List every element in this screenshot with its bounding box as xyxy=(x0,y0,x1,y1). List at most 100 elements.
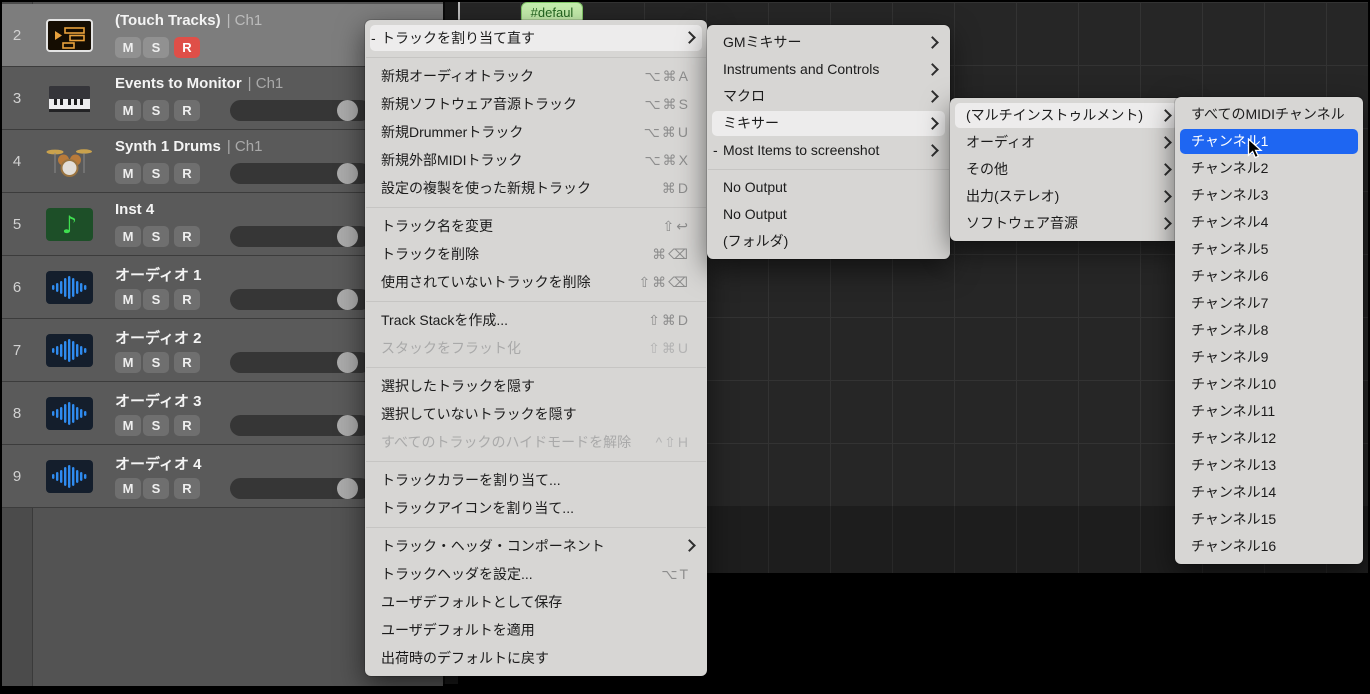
waveform-icon[interactable] xyxy=(46,334,93,367)
menu-main-item[interactable]: 選択したトラックを隠す xyxy=(365,372,707,400)
record-button[interactable]: R xyxy=(174,352,200,373)
menu-output-item[interactable]: No Output xyxy=(707,201,950,228)
menu-mixer-item[interactable]: (マルチインストゥルメント) xyxy=(950,102,1183,129)
solo-button[interactable]: S xyxy=(143,478,169,499)
menu-main-item[interactable]: 新規外部MIDIトラック⌥⌘X xyxy=(365,146,707,174)
volume-slider[interactable] xyxy=(230,415,371,436)
menu-channels-item[interactable]: チャンネル7 xyxy=(1175,290,1363,317)
menu-channels-item[interactable]: チャンネル15 xyxy=(1175,506,1363,533)
mute-button[interactable]: M xyxy=(115,37,141,58)
menu-output-item[interactable]: (フォルダ) xyxy=(707,228,950,255)
volume-knob[interactable] xyxy=(337,415,358,436)
menu-channels-item[interactable]: チャンネル10 xyxy=(1175,371,1363,398)
solo-button[interactable]: S xyxy=(143,37,169,58)
menu-mixer-item[interactable]: ソフトウェア音源 xyxy=(950,210,1183,237)
record-button[interactable]: R xyxy=(174,163,200,184)
menu-channels-item[interactable]: すべてのMIDIチャンネル xyxy=(1175,101,1363,128)
track-name[interactable]: Inst 4 xyxy=(115,201,154,218)
menu-channels-item[interactable]: チャンネル9 xyxy=(1175,344,1363,371)
waveform-icon[interactable] xyxy=(46,460,93,493)
menu-main-item[interactable]: ユーザデフォルトとして保存 xyxy=(365,588,707,616)
solo-button[interactable]: S xyxy=(143,226,169,247)
menu-channels-item[interactable]: チャンネル11 xyxy=(1175,398,1363,425)
record-button[interactable]: R xyxy=(174,226,200,247)
menu-main-item[interactable]: トラックヘッダを設定...⌥T xyxy=(365,560,707,588)
piano-icon[interactable] xyxy=(46,82,93,115)
mute-button[interactable]: M xyxy=(115,226,141,247)
track-name[interactable]: オーディオ 1 xyxy=(115,267,201,284)
volume-knob[interactable] xyxy=(337,163,358,184)
menu-channels-item[interactable]: チャンネル1 xyxy=(1175,128,1363,155)
volume-knob[interactable] xyxy=(337,226,358,247)
mute-button[interactable]: M xyxy=(115,415,141,436)
record-button[interactable]: R xyxy=(174,415,200,436)
menu-channels-item[interactable]: チャンネル14 xyxy=(1175,479,1363,506)
menu-channels-item[interactable]: チャンネル16 xyxy=(1175,533,1363,560)
volume-knob[interactable] xyxy=(337,289,358,310)
mute-button[interactable]: M xyxy=(115,163,141,184)
menu-output-item[interactable]: ミキサー xyxy=(707,110,950,137)
menu-output-item[interactable]: Instruments and Controls xyxy=(707,56,950,83)
track-name[interactable]: オーディオ 2 xyxy=(115,330,201,347)
record-button[interactable]: R xyxy=(174,37,200,58)
menu-mixer-item[interactable]: その他 xyxy=(950,156,1183,183)
volume-slider[interactable] xyxy=(230,226,371,247)
waveform-icon[interactable] xyxy=(46,397,93,430)
volume-slider[interactable] xyxy=(230,352,371,373)
menu-channels-item[interactable]: チャンネル8 xyxy=(1175,317,1363,344)
track-name[interactable]: オーディオ 4 xyxy=(115,456,201,473)
menu-channels-item[interactable]: チャンネル4 xyxy=(1175,209,1363,236)
touch-tracks-icon[interactable] xyxy=(46,19,93,52)
mute-button[interactable]: M xyxy=(115,478,141,499)
solo-button[interactable]: S xyxy=(143,415,169,436)
playhead[interactable] xyxy=(458,2,460,20)
mute-button[interactable]: M xyxy=(115,289,141,310)
menu-main-item[interactable]: トラックアイコンを割り当て... xyxy=(365,494,707,522)
solo-button[interactable]: S xyxy=(143,163,169,184)
menu-output-item[interactable]: -Most Items to screenshot xyxy=(707,137,950,164)
menu-main-item[interactable]: 新規ソフトウェア音源トラック⌥⌘S xyxy=(365,90,707,118)
menu-mixer-item[interactable]: オーディオ xyxy=(950,129,1183,156)
menu-main-item[interactable]: 選択していないトラックを隠す xyxy=(365,400,707,428)
track-name[interactable]: Synth 1 Drums xyxy=(115,138,221,155)
menu-main-item[interactable]: Track Stackを作成...⇧⌘D xyxy=(365,306,707,334)
menu-channels-item[interactable]: チャンネル12 xyxy=(1175,425,1363,452)
menu-main-item[interactable]: トラックカラーを割り当て... xyxy=(365,466,707,494)
menu-main-item[interactable]: 新規オーディオトラック⌥⌘A xyxy=(365,62,707,90)
volume-slider[interactable] xyxy=(230,100,371,121)
music-note-icon[interactable]: ♪ xyxy=(46,208,93,241)
menu-channels-item[interactable]: チャンネル2 xyxy=(1175,155,1363,182)
track-name[interactable]: (Touch Tracks) xyxy=(115,12,221,29)
menu-main-item[interactable]: 新規Drummerトラック⌥⌘U xyxy=(365,118,707,146)
menu-output-item[interactable]: マクロ xyxy=(707,83,950,110)
menu-mixer-item[interactable]: 出力(ステレオ) xyxy=(950,183,1183,210)
menu-output-item[interactable]: GMミキサー xyxy=(707,29,950,56)
menu-main-item[interactable]: トラックを削除⌘⌫ xyxy=(365,240,707,268)
menu-output-item[interactable]: No Output xyxy=(707,174,950,201)
solo-button[interactable]: S xyxy=(143,100,169,121)
record-button[interactable]: R xyxy=(174,100,200,121)
track-name[interactable]: Events to Monitor xyxy=(115,75,242,92)
volume-knob[interactable] xyxy=(337,478,358,499)
drum-kit-icon[interactable] xyxy=(46,145,93,178)
menu-channels-item[interactable]: チャンネル13 xyxy=(1175,452,1363,479)
menu-channels-item[interactable]: チャンネル6 xyxy=(1175,263,1363,290)
track-name[interactable]: オーディオ 3 xyxy=(115,393,201,410)
volume-slider[interactable] xyxy=(230,478,371,499)
record-button[interactable]: R xyxy=(174,289,200,310)
mute-button[interactable]: M xyxy=(115,100,141,121)
record-button[interactable]: R xyxy=(174,478,200,499)
menu-main-item[interactable]: ユーザデフォルトを適用 xyxy=(365,616,707,644)
solo-button[interactable]: S xyxy=(143,352,169,373)
mute-button[interactable]: M xyxy=(115,352,141,373)
menu-main-item[interactable]: 出荷時のデフォルトに戻す xyxy=(365,644,707,672)
volume-knob[interactable] xyxy=(337,100,358,121)
menu-channels-item[interactable]: チャンネル3 xyxy=(1175,182,1363,209)
volume-slider[interactable] xyxy=(230,163,371,184)
volume-knob[interactable] xyxy=(337,352,358,373)
menu-channels-item[interactable]: チャンネル5 xyxy=(1175,236,1363,263)
waveform-icon[interactable] xyxy=(46,271,93,304)
menu-main-item[interactable]: トラック・ヘッダ・コンポーネント xyxy=(365,532,707,560)
solo-button[interactable]: S xyxy=(143,289,169,310)
menu-main-item[interactable]: 設定の複製を使った新規トラック⌘D xyxy=(365,174,707,202)
